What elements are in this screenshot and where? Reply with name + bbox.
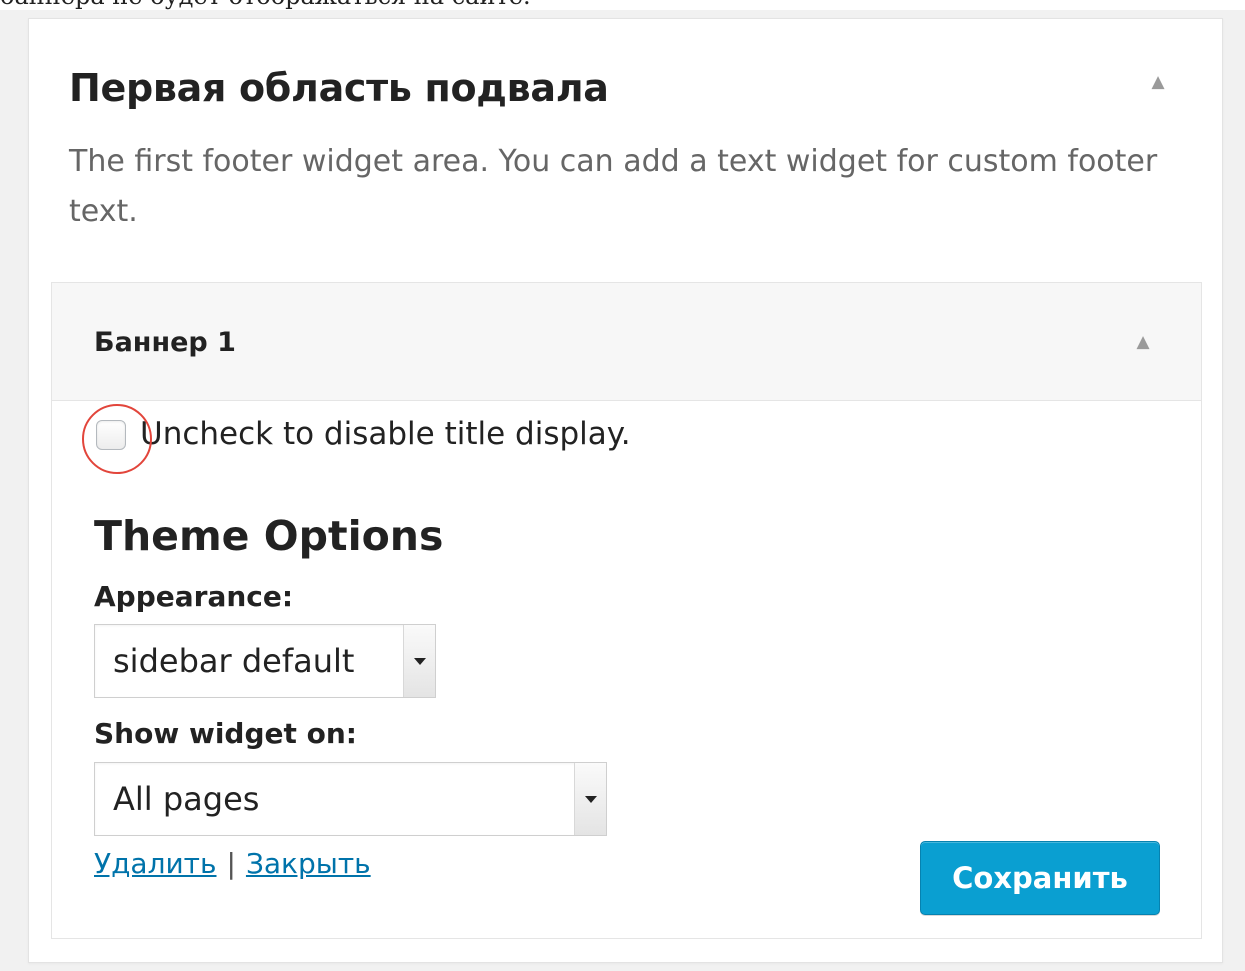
title-display-label[interactable]: Uncheck to disable title display. — [140, 414, 631, 454]
page-top-text: баннера не будет отображаться на сайте. — [0, 0, 531, 8]
triangle-up-icon: ▲ — [1136, 332, 1150, 352]
appearance-label: Appearance: — [94, 580, 294, 613]
show-widget-on-select[interactable]: All pages — [94, 762, 607, 836]
theme-options-heading: Theme Options — [94, 512, 444, 560]
sidebar-description: The first footer widget area. You can ad… — [69, 144, 1158, 229]
appearance-select[interactable]: sidebar default — [94, 624, 436, 698]
close-link[interactable]: Закрыть — [246, 847, 371, 880]
actions-separator: | — [226, 847, 236, 880]
sidebar-title: Первая область подвала — [69, 66, 609, 110]
chevron-down-icon — [403, 625, 435, 697]
footer-sidebar-panel: Первая область подвала ▲ The first foote… — [28, 18, 1223, 963]
widget-control-actions: Удалить | Закрыть — [94, 847, 371, 881]
widget-collapse-toggle[interactable]: ▲ — [1128, 327, 1158, 357]
save-button[interactable]: Сохранить — [920, 841, 1160, 915]
widget-header[interactable]: Баннер 1 ▲ — [52, 283, 1201, 401]
triangle-up-icon: ▲ — [1151, 72, 1165, 92]
title-display-checkbox-wrap — [82, 404, 152, 474]
title-display-option: Uncheck to disable title display. — [82, 404, 631, 474]
widget-title: Баннер 1 — [94, 327, 236, 358]
appearance-select-value: sidebar default — [113, 642, 355, 680]
delete-link[interactable]: Удалить — [94, 847, 217, 880]
show-widget-on-select-value: All pages — [113, 780, 260, 818]
page-top-strip: баннера не будет отображаться на сайте. — [0, 0, 1245, 10]
show-widget-on-label: Show widget on: — [94, 717, 357, 750]
banner-widget: Баннер 1 ▲ Uncheck to disable title disp… — [51, 282, 1202, 939]
chevron-down-icon — [574, 763, 606, 835]
title-display-checkbox[interactable] — [96, 420, 126, 450]
sidebar-collapse-toggle[interactable]: ▲ — [1143, 67, 1173, 97]
